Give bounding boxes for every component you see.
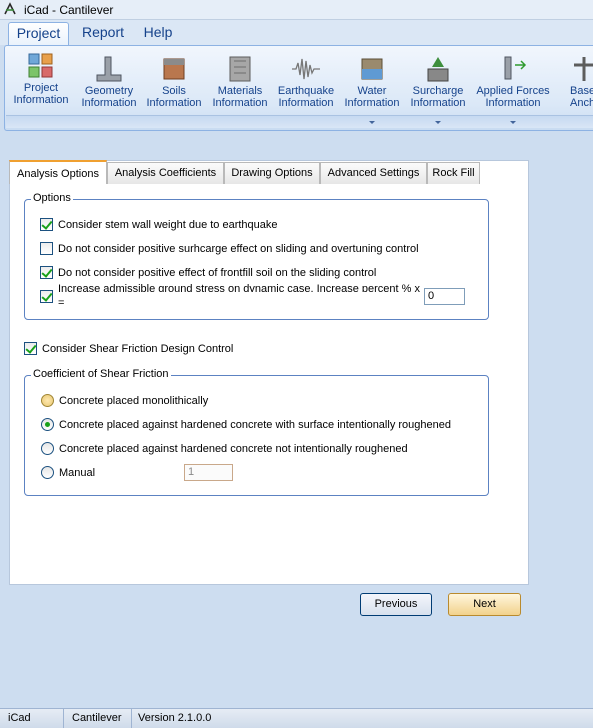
coef-group-title: Coefficient of Shear Friction [31,368,171,380]
frontfill-effect-checkbox[interactable] [40,266,53,279]
menu-tab-project[interactable]: Project [8,22,69,45]
status-app: iCad [4,709,64,728]
coef-option-manual[interactable]: Manual [41,466,161,482]
soils-icon [163,58,185,80]
manual-radio[interactable] [41,466,54,479]
ribbon-applied-forces-information[interactable]: Applied Forces Information [473,51,553,129]
coef-option-roughened[interactable]: Concrete placed against hardened concret… [41,418,471,434]
manual-coefficient-input[interactable]: 1 [184,464,233,481]
tab-analysis-options[interactable]: Analysis Options [9,160,107,184]
ribbon-surcharge-information[interactable]: Surcharge Information [406,51,470,129]
shear-friction-control[interactable]: Consider Shear Friction Design Control [24,342,248,360]
earthquake-icon [292,58,320,80]
app-logo-icon [4,2,16,15]
status-module: Cantilever [68,709,132,728]
chevron-down-icon[interactable] [435,121,441,124]
option-increase-ground-stress[interactable]: Increase admissible ground stress on dyn… [40,284,420,309]
chevron-down-icon[interactable] [369,121,375,124]
increase-ground-stress-checkbox[interactable] [40,290,53,303]
status-bar: iCad Cantilever Version 2.1.0.0 [0,708,593,728]
status-version: Version 2.1.0.0 [138,712,212,724]
not-roughened-radio[interactable] [41,442,54,455]
monolithic-radio[interactable] [41,394,54,407]
applied-forces-icon [504,56,527,80]
ribbon-geometry-information[interactable]: Geometry Information [78,51,140,129]
menu-bar: Project Report Help [0,20,593,45]
tab-drawing-options[interactable]: Drawing Options [224,162,320,184]
next-button[interactable]: Next [448,593,521,616]
shear-friction-checkbox[interactable] [24,342,37,355]
chevron-down-icon[interactable] [510,121,516,124]
project-info-icon [28,53,53,78]
base-anchor-icon [574,57,593,81]
water-icon [361,58,383,80]
option-stem-wall-weight[interactable]: Consider stem wall weight due to earthqu… [40,218,460,234]
roughened-radio[interactable] [41,418,54,431]
geometry-icon [96,56,122,82]
increase-percent-input[interactable]: 0 [424,288,465,305]
title-bar: iCad - Cantilever [0,0,593,20]
menu-tab-report[interactable]: Report [74,22,132,45]
surcharge-effect-checkbox[interactable] [40,242,53,255]
previous-button[interactable]: Previous [360,593,432,616]
ribbon-base-anchor[interactable]: Base Anchor [556,51,593,129]
ribbon-project-information[interactable]: Project Information [9,48,73,126]
tab-rock-fill[interactable]: Rock Fill [427,162,480,184]
ribbon-earthquake-information[interactable]: Earthquake Information [274,51,338,129]
ribbon-water-information[interactable]: Water Information [341,51,403,129]
menu-tab-help[interactable]: Help [137,22,179,45]
coef-option-monolithic[interactable]: Concrete placed monolithically [41,394,471,410]
ribbon-materials-information[interactable]: Materials Information [209,51,271,129]
ribbon-soils-information[interactable]: Soils Information [144,51,204,129]
materials-icon [229,56,251,82]
tab-analysis-coefficients[interactable]: Analysis Coefficients [107,162,224,184]
options-group-title: Options [31,192,73,204]
window-title: iCad - Cantilever [24,3,114,17]
option-surcharge-effect[interactable]: Do not consider positive surhcarge effec… [40,242,460,258]
surcharge-icon [427,57,449,82]
tab-advanced-settings[interactable]: Advanced Settings [320,162,427,184]
option-frontfill-effect[interactable]: Do not consider positive effect of front… [40,266,460,282]
coef-option-not-roughened[interactable]: Concrete placed against hardened concret… [41,442,471,458]
stem-wall-weight-checkbox[interactable] [40,218,53,231]
